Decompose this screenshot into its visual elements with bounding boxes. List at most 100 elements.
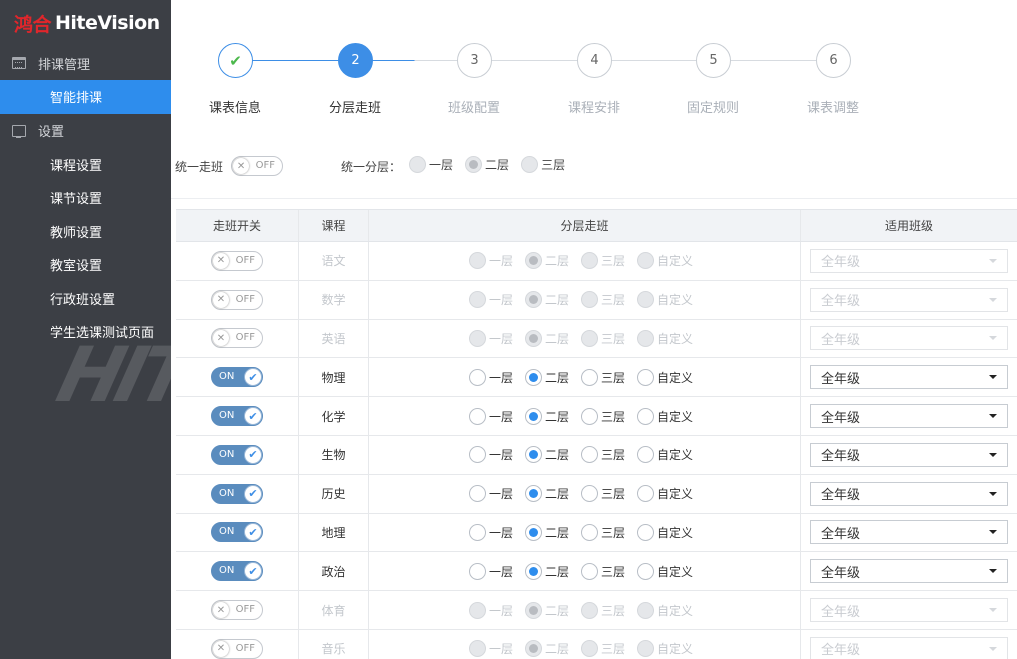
radio-label: 二层 <box>545 448 570 463</box>
layer-radio[interactable]: 二层 <box>525 252 569 270</box>
layer-radio[interactable]: 二层 <box>525 562 569 580</box>
layer-radio[interactable]: 三层 <box>581 329 625 347</box>
radio-dot <box>581 291 599 309</box>
layer-radio[interactable]: 自定义 <box>637 329 693 347</box>
layer-radio[interactable]: 自定义 <box>637 601 693 619</box>
grade-select[interactable]: 全年级 <box>810 481 1008 506</box>
chevron-down-icon <box>989 297 997 302</box>
grade-select[interactable]: 全年级 <box>810 248 1008 273</box>
layer-radio[interactable]: 三层 <box>581 407 625 425</box>
menu-group-settings[interactable]: 设置 <box>0 114 171 148</box>
layer-radio[interactable]: 一层 <box>469 485 513 503</box>
walk-toggle[interactable]: ✔ ON <box>211 522 263 543</box>
logo-en: HiteVision <box>55 12 160 34</box>
walk-toggle[interactable]: ✕ OFF <box>211 600 263 621</box>
layer-radio[interactable]: 三层 <box>581 446 625 464</box>
layer-radio[interactable]: 二层 <box>525 446 570 464</box>
layer-radio[interactable]: 三层 <box>581 523 625 541</box>
sidebar-item-settings[interactable]: 行政班设置 <box>0 282 171 316</box>
unified-layer-radio[interactable]: 三层 <box>521 156 565 173</box>
grade-select[interactable]: 全年级 <box>810 598 1008 623</box>
layer-radio[interactable]: 三层 <box>581 485 625 503</box>
layer-radio[interactable]: 二层 <box>525 523 569 541</box>
layer-radio[interactable]: 一层 <box>469 562 513 580</box>
walk-toggle[interactable]: ✕ OFF <box>211 250 263 271</box>
table-row: ✕ OFF 语文 一层 二层 三层 自定义 全年级 <box>176 242 1017 281</box>
step-4-circle[interactable]: 4 <box>577 43 612 78</box>
sidebar-item-smart-scheduling[interactable]: 智能排课 <box>0 80 171 114</box>
step-3-circle[interactable]: 3 <box>457 43 492 78</box>
unified-walk-toggle[interactable]: ✕ OFF <box>231 156 284 176</box>
step-1-circle[interactable]: ✔ <box>218 43 253 78</box>
grade-select[interactable]: 全年级 <box>810 559 1008 584</box>
layer-radio[interactable]: 三层 <box>581 562 625 580</box>
layer-radio[interactable]: 二层 <box>525 368 569 386</box>
step-6-circle[interactable]: 6 <box>816 43 851 78</box>
radio-label: 自定义 <box>657 448 694 463</box>
radio-dot <box>469 407 486 425</box>
radio-label: 一层 <box>489 409 514 424</box>
grade-select[interactable]: 全年级 <box>810 326 1008 351</box>
unified-layer-radio[interactable]: 一层 <box>409 156 453 173</box>
layer-radio[interactable]: 自定义 <box>637 485 693 503</box>
grade-cell: 全年级 <box>801 320 1017 358</box>
layer-radio[interactable]: 三层 <box>581 291 625 309</box>
grade-select[interactable]: 全年级 <box>810 520 1008 545</box>
walk-toggle[interactable]: ✔ ON <box>211 483 263 504</box>
toggle-text: OFF <box>235 293 255 305</box>
layer-radio[interactable]: 一层 <box>469 446 513 464</box>
layer-radio[interactable]: 自定义 <box>637 640 693 658</box>
walk-toggle[interactable]: ✕ OFF <box>211 289 263 310</box>
layer-radio[interactable]: 二层 <box>525 601 569 619</box>
grade-select[interactable]: 全年级 <box>810 404 1008 429</box>
layer-radio[interactable]: 三层 <box>581 368 625 386</box>
menu-group-scheduling[interactable]: 排课管理 <box>0 46 171 80</box>
sidebar-item-settings[interactable]: 教师设置 <box>0 215 171 249</box>
layer-radio[interactable]: 二层 <box>525 407 569 425</box>
layer-radio[interactable]: 三层 <box>581 252 625 270</box>
grade-select[interactable]: 全年级 <box>810 287 1008 312</box>
walk-toggle[interactable]: ✕ OFF <box>211 328 263 349</box>
layer-radio[interactable]: 一层 <box>469 523 513 541</box>
layer-radio[interactable]: 二层 <box>525 291 569 309</box>
step-5-circle[interactable]: 5 <box>696 43 731 78</box>
grade-select[interactable]: 全年级 <box>810 442 1008 467</box>
layer-radio[interactable]: 自定义 <box>637 407 693 425</box>
walk-toggle[interactable]: ✔ ON <box>211 561 263 582</box>
layer-radio[interactable]: 一层 <box>469 291 513 309</box>
layer-radio[interactable]: 三层 <box>581 601 625 619</box>
layer-radio[interactable]: 二层 <box>525 485 570 503</box>
grade-select[interactable]: 全年级 <box>810 636 1008 659</box>
layer-radio[interactable]: 一层 <box>469 640 513 658</box>
grade-select[interactable]: 全年级 <box>810 365 1008 390</box>
layer-radio[interactable]: 自定义 <box>637 368 694 386</box>
step-2-circle[interactable]: 2 <box>338 43 373 78</box>
sidebar-item-settings[interactable]: 课节设置 <box>0 181 171 215</box>
radio-label: 二层 <box>545 487 570 502</box>
walk-toggle[interactable]: ✔ ON <box>211 367 263 388</box>
layer-radio[interactable]: 一层 <box>469 329 513 347</box>
menu-group-label: 排课管理 <box>38 57 91 73</box>
sidebar-item-settings[interactable]: 教室设置 <box>0 248 171 282</box>
layer-radio[interactable]: 自定义 <box>637 446 694 464</box>
layer-radio[interactable]: 自定义 <box>637 291 694 309</box>
layer-radio[interactable]: 自定义 <box>637 523 693 541</box>
radio-label: 自定义 <box>657 293 694 308</box>
layer-radio[interactable]: 二层 <box>525 329 569 347</box>
unified-layer-radio[interactable]: 二层 <box>465 156 509 173</box>
sidebar-item-settings[interactable]: 课程设置 <box>0 148 171 182</box>
layer-radio[interactable]: 三层 <box>581 640 625 658</box>
radio-dot <box>637 407 655 425</box>
walk-toggle[interactable]: ✔ ON <box>211 444 263 465</box>
layer-radio[interactable]: 一层 <box>469 601 513 619</box>
layer-radio[interactable]: 一层 <box>469 252 513 270</box>
unified-controls: 统一走班 ✕ OFF 统一分层： 一层 二层 三层 <box>175 155 1015 177</box>
layer-radio[interactable]: 自定义 <box>637 562 693 580</box>
walk-toggle[interactable]: ✔ ON <box>211 406 263 427</box>
walk-toggle[interactable]: ✕ OFF <box>211 638 263 659</box>
radio-label: 自定义 <box>657 370 694 385</box>
layer-radio[interactable]: 自定义 <box>637 252 693 270</box>
layer-radio[interactable]: 二层 <box>525 640 569 658</box>
layer-radio[interactable]: 一层 <box>469 368 513 386</box>
layer-radio[interactable]: 一层 <box>469 407 514 425</box>
